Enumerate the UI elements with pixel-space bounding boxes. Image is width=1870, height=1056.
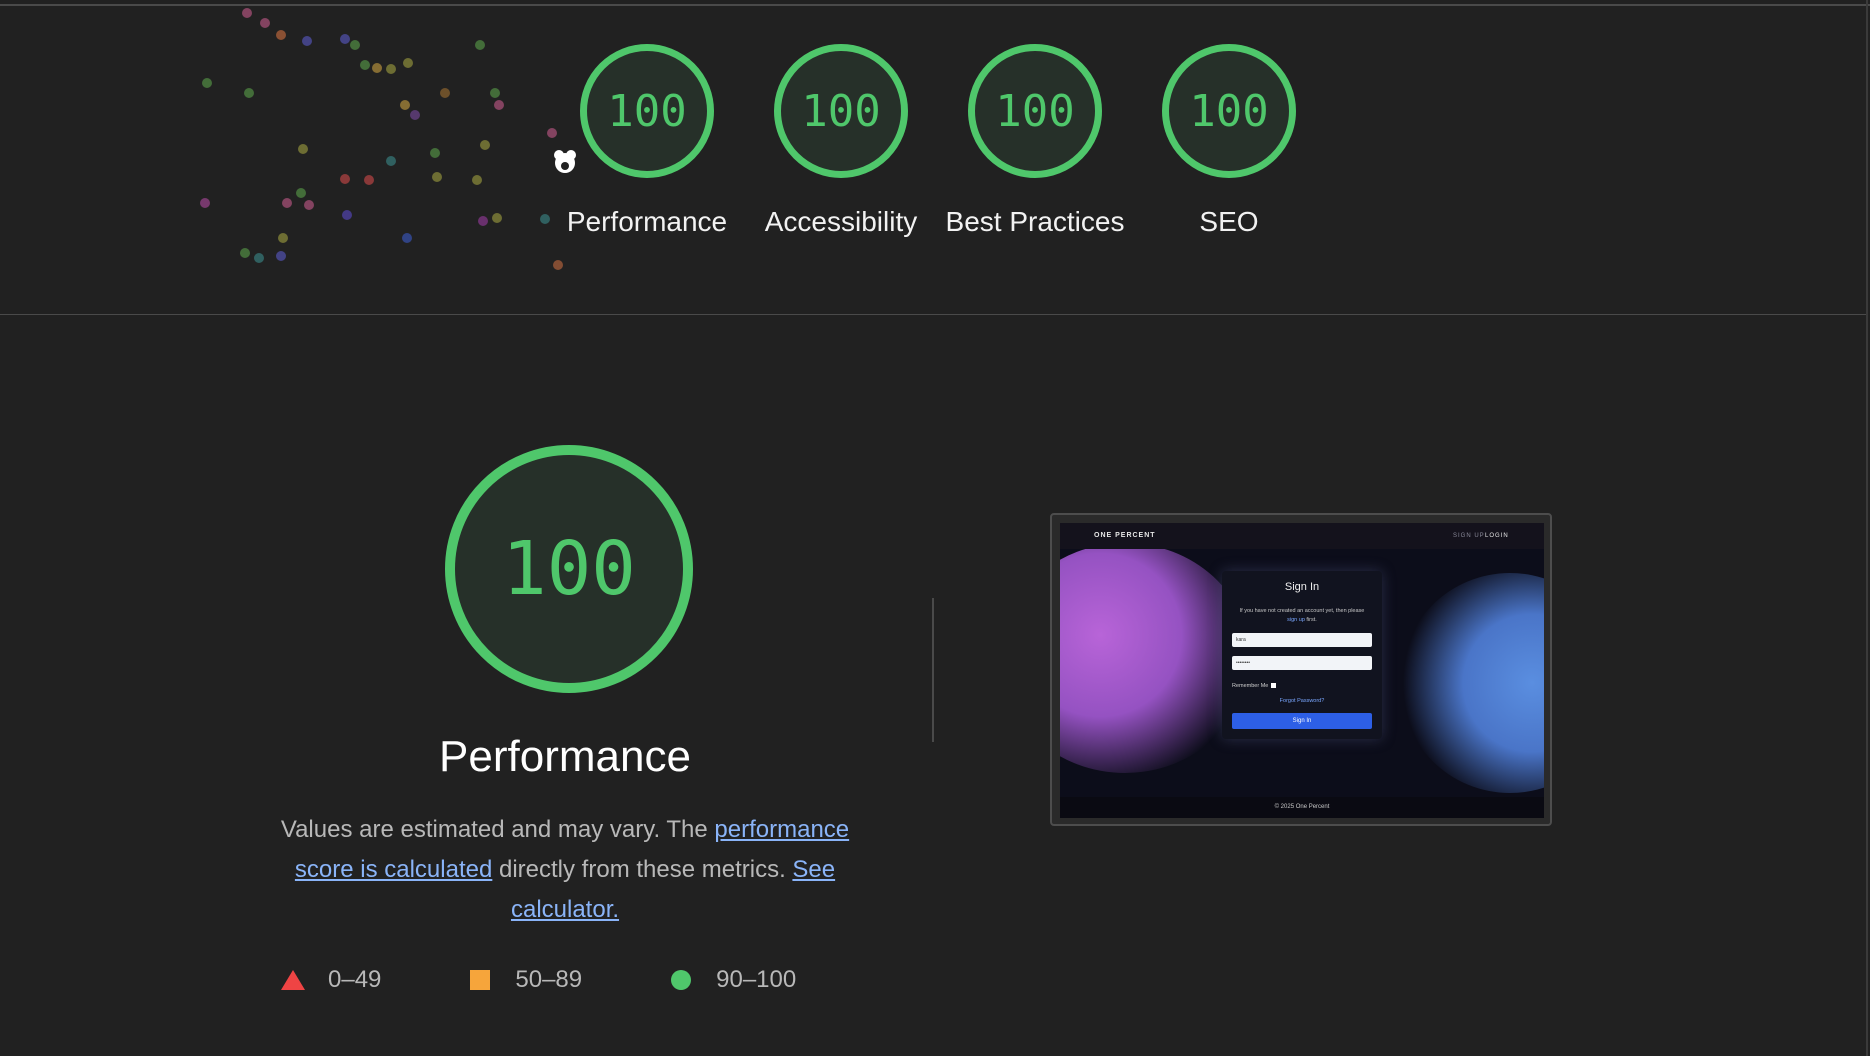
- scrollbar-edge: [1866, 0, 1868, 1056]
- square-icon: [467, 967, 493, 993]
- confetti-dot: [360, 60, 370, 70]
- confetti-dot: [298, 144, 308, 154]
- info-text: first.: [1304, 617, 1317, 623]
- gauge-performance[interactable]: 100 Performance: [550, 44, 744, 242]
- confetti-dot: [364, 175, 374, 185]
- info-link: sign up: [1287, 617, 1305, 623]
- signin-info: If you have not created an account yet, …: [1234, 607, 1370, 625]
- confetti-dot: [240, 248, 250, 258]
- gauge-best-practices[interactable]: 100 Best Practices: [938, 44, 1132, 242]
- confetti-dot: [304, 200, 314, 210]
- checkbox-icon: [1271, 683, 1277, 689]
- confetti-dot: [492, 213, 502, 223]
- gauge-label: Best Practices: [945, 206, 1125, 237]
- confetti-dot: [432, 172, 442, 182]
- confetti-dot: [340, 174, 350, 184]
- confetti-dot: [260, 18, 270, 28]
- signin-card: Sign In If you have not created an accou…: [1222, 571, 1382, 739]
- performance-description: Values are estimated and may vary. The p…: [255, 810, 875, 930]
- confetti-dot: [276, 251, 286, 261]
- triangle-icon: [280, 967, 306, 993]
- username-field: kara: [1232, 633, 1372, 647]
- score-circle: 100: [1162, 44, 1296, 178]
- confetti-dot: [282, 198, 292, 208]
- gauge-label: Performance: [566, 206, 728, 237]
- confetti-dot: [296, 188, 306, 198]
- confetti-dot: [200, 198, 210, 208]
- confetti-dot: [302, 36, 312, 46]
- forgot-password-link: Forgot Password?: [1279, 698, 1325, 704]
- legend-range: 50–89: [515, 966, 583, 993]
- score-circle: 100: [968, 44, 1102, 178]
- performance-title: Performance: [439, 732, 691, 781]
- score-gauges: 100 Performance 100 Accessibility 100 Be…: [550, 44, 1326, 242]
- confetti-dot: [386, 64, 396, 74]
- blue-glow: [1400, 573, 1544, 793]
- description-text: directly from these metrics.: [492, 856, 793, 883]
- confetti-dot: [553, 260, 563, 270]
- brand-logo: ONE PERCENT: [1094, 532, 1156, 539]
- confetti-dot: [386, 156, 396, 166]
- confetti-dot: [494, 100, 504, 110]
- score-legend: 0–49 50–89 90–100: [280, 966, 882, 994]
- confetti-dot: [202, 78, 212, 88]
- confetti-dot: [342, 210, 352, 220]
- confetti-dot: [350, 40, 360, 50]
- confetti-dot: [278, 233, 288, 243]
- score-circle: 100: [774, 44, 908, 178]
- remember-me: Remember Me: [1232, 683, 1277, 689]
- confetti-dot: [403, 58, 413, 68]
- remember-label: Remember Me: [1232, 683, 1269, 689]
- gauge-label: SEO: [1199, 206, 1259, 237]
- confetti-dot: [402, 233, 412, 243]
- confetti-dot: [490, 88, 500, 98]
- confetti-dot: [372, 63, 382, 73]
- confetti-dot: [242, 8, 252, 18]
- confetti-dot: [244, 88, 254, 98]
- legend-average: 50–89: [467, 966, 582, 994]
- confetti-decoration: [190, 0, 570, 270]
- screenshot-navbar: ONE PERCENT SIGN UP LOGIN: [1060, 523, 1544, 549]
- legend-pass: 90–100: [668, 966, 796, 994]
- screenshot-page: ONE PERCENT SIGN UP LOGIN Sign In If you…: [1060, 523, 1544, 818]
- confetti-dot: [440, 88, 450, 98]
- nav-login: LOGIN: [1485, 533, 1509, 539]
- confetti-dot: [540, 214, 550, 224]
- screenshot-footer: © 2025 One Percent: [1060, 797, 1544, 818]
- confetti-dot: [430, 148, 440, 158]
- gauge-seo[interactable]: 100 SEO: [1132, 44, 1326, 242]
- confetti-dot: [276, 30, 286, 40]
- section-divider: [0, 314, 1866, 315]
- gauge-label: Accessibility: [764, 206, 918, 237]
- score-circle: 100: [580, 44, 714, 178]
- password-field: ••••••••: [1232, 656, 1372, 670]
- confetti-dot: [400, 100, 410, 110]
- description-text: Values are estimated and may vary. The: [280, 816, 715, 843]
- footer-text: © 2025 One Percent: [1274, 804, 1330, 810]
- circle-icon: [668, 967, 694, 993]
- confetti-dot: [410, 110, 420, 120]
- legend-fail: 0–49: [280, 966, 381, 994]
- gauge-accessibility[interactable]: 100 Accessibility: [744, 44, 938, 242]
- legend-range: 90–100: [716, 966, 797, 993]
- signin-button: Sign In: [1232, 713, 1372, 729]
- confetti-dot: [480, 140, 490, 150]
- confetti-dot: [475, 40, 485, 50]
- signin-title: Sign In: [1284, 581, 1320, 593]
- confetti-dot: [472, 175, 482, 185]
- legend-range: 0–49: [328, 966, 382, 993]
- nav-signup: SIGN UP: [1453, 533, 1485, 539]
- confetti-dot: [254, 253, 264, 263]
- info-text: If you have not created an account yet, …: [1239, 608, 1365, 614]
- performance-score-gauge: 100: [445, 445, 693, 693]
- confetti-dot: [340, 34, 350, 44]
- vertical-separator: [932, 598, 934, 742]
- final-screenshot-thumbnail[interactable]: ONE PERCENT SIGN UP LOGIN Sign In If you…: [1050, 513, 1552, 826]
- confetti-dot: [478, 216, 488, 226]
